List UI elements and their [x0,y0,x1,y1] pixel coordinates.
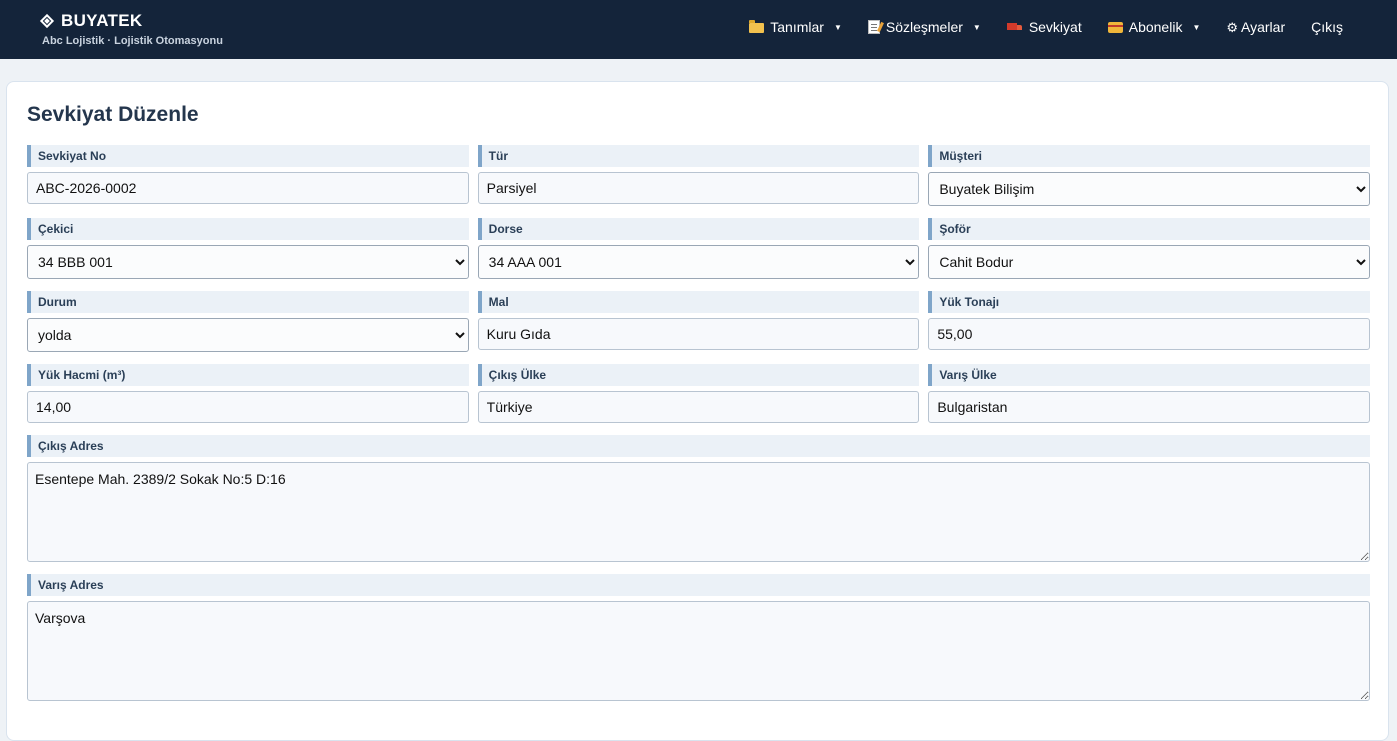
page-title: Sevkiyat Düzenle [27,103,199,126]
field-yuk-tonaji: Yük Tonajı [928,291,1371,352]
cekici-select[interactable]: 34 BBB 001 [27,245,469,279]
nav-item-abonelik[interactable]: Abonelik ▼ [1107,19,1201,35]
mal-input[interactable] [477,318,920,350]
label-tur: Tür [477,145,920,167]
field-mal: Mal [477,291,920,352]
yuk-tonaji-input[interactable] [928,318,1371,350]
dorse-select[interactable]: 34 AAA 001 [477,245,920,279]
sevkiyat-no-input[interactable] [27,172,469,204]
caret-down-icon: ▼ [1192,22,1201,32]
form-row: Yük Hacmi (m³) Çıkış Ülke Varış Ülke [27,364,1371,423]
label-yuk-hacmi: Yük Hacmi (m³) [27,364,469,386]
shipment-form: Sevkiyat No Tür Müşteri Buyatek Bilişim … [27,145,1371,713]
nav-item-sozlesmeler[interactable]: Sözleşmeler ▼ [867,19,981,35]
diamond-logo-icon [39,13,55,29]
gear-icon: ⚙ [1226,19,1239,35]
label-dorse: Dorse [477,218,920,240]
brand-title: BUYATEK [39,11,223,31]
label-musteri: Müşteri [928,145,1371,167]
form-row: Durum yolda Mal Yük Tonajı [27,291,1371,352]
field-dorse: Dorse 34 AAA 001 [477,218,920,279]
durum-select[interactable]: yolda [27,318,469,352]
top-navbar: BUYATEK Abc Lojistik · Lojistik Otomasyo… [0,0,1397,59]
label-varis-adres: Varış Adres [27,574,1370,596]
tur-input[interactable] [477,172,920,204]
varis-ulke-input[interactable] [928,391,1371,423]
truck-icon [1006,22,1023,32]
nav-label-abonelik: Abonelik [1128,19,1183,35]
field-yuk-hacmi: Yük Hacmi (m³) [27,364,469,423]
field-musteri: Müşteri Buyatek Bilişim [928,145,1371,206]
label-varis-ulke: Varış Ülke [928,364,1371,386]
field-varis-adres: Varış Adres Varşova [27,574,1370,701]
nav-label-tanimlar: Tanımlar [770,19,824,35]
folder-icon [749,20,765,33]
musteri-select[interactable]: Buyatek Bilişim [928,172,1371,206]
label-cikis-adres: Çıkış Adres [27,435,1370,457]
varis-adres-textarea[interactable]: Varşova [27,601,1370,701]
label-sevkiyat-no: Sevkiyat No [27,145,469,167]
field-sofor: Şoför Cahit Bodur [928,218,1371,279]
field-durum: Durum yolda [27,291,469,352]
brand-subtitle: Abc Lojistik · Lojistik Otomasyonu [42,35,223,47]
brand-name: BUYATEK [61,11,143,30]
field-cikis-adres: Çıkış Adres Esentepe Mah. 2389/2 Sokak N… [27,435,1370,562]
sofor-select[interactable]: Cahit Bodur [928,245,1371,279]
credit-card-icon [1107,21,1123,33]
caret-down-icon: ▼ [972,22,981,32]
field-varis-ulke: Varış Ülke [928,364,1371,423]
main-nav: Tanımlar ▼ Sözleşmeler ▼ Sevkiyat Abonel… [749,19,1343,35]
nav-item-tanimlar[interactable]: Tanımlar ▼ [749,19,842,35]
yuk-hacmi-input[interactable] [27,391,469,423]
brand[interactable]: BUYATEK Abc Lojistik · Lojistik Otomasyo… [39,11,223,47]
label-yuk-tonaji: Yük Tonajı [928,291,1371,313]
field-tur: Tür [477,145,920,206]
nav-label-ayarlar: Ayarlar [1241,19,1286,35]
label-cekici: Çekici [27,218,469,240]
memo-icon [867,20,880,34]
nav-item-sevkiyat[interactable]: Sevkiyat [1006,19,1082,35]
cikis-adres-textarea[interactable]: Esentepe Mah. 2389/2 Sokak No:5 D:16 [27,462,1370,562]
nav-item-ayarlar[interactable]: ⚙ Ayarlar [1226,19,1285,35]
nav-label-cikis: Çıkış [1311,19,1343,35]
cikis-ulke-input[interactable] [477,391,920,423]
form-card: Sevkiyat Düzenle Sevkiyat No Tür Müşteri… [6,81,1389,741]
nav-item-cikis[interactable]: Çıkış [1311,19,1343,35]
field-cekici: Çekici 34 BBB 001 [27,218,469,279]
form-row: Sevkiyat No Tür Müşteri Buyatek Bilişim [27,145,1371,206]
label-sofor: Şoför [928,218,1371,240]
caret-down-icon: ▼ [833,22,842,32]
nav-label-sozlesmeler: Sözleşmeler [885,19,963,35]
field-cikis-ulke: Çıkış Ülke [477,364,920,423]
label-durum: Durum [27,291,469,313]
form-row: Çekici 34 BBB 001 Dorse 34 AAA 001 Şoför… [27,218,1371,279]
field-sevkiyat-no: Sevkiyat No [27,145,469,206]
label-mal: Mal [477,291,920,313]
nav-label-sevkiyat: Sevkiyat [1028,19,1082,35]
label-cikis-ulke: Çıkış Ülke [477,364,920,386]
